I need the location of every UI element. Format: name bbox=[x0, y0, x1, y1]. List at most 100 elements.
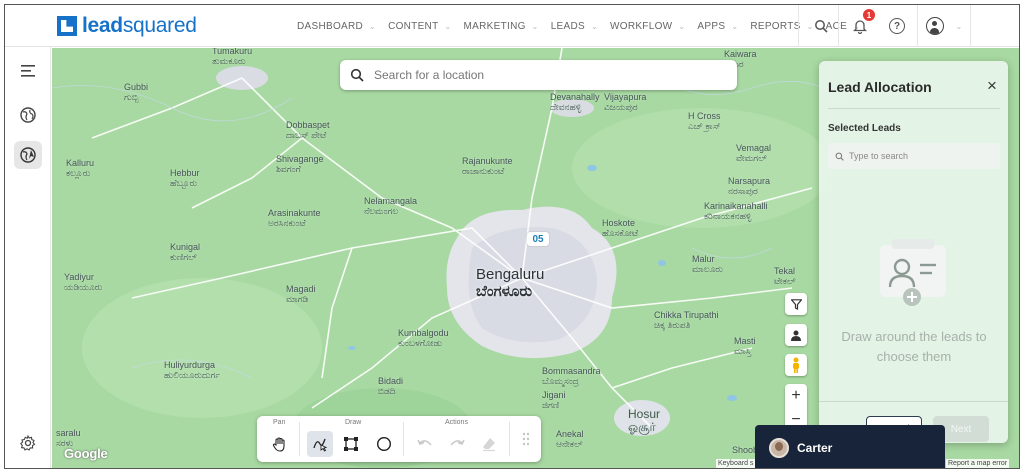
map-label: Devanahally ದೇವನಹಳ್ಳಿ bbox=[550, 92, 600, 112]
search-icon[interactable] bbox=[811, 16, 831, 36]
map-label: Kalluru ಕಲ್ಲೂರು bbox=[66, 158, 95, 178]
nav-divider bbox=[970, 5, 971, 47]
leads-search-placeholder: Type to search bbox=[849, 151, 909, 161]
map-label: H Cross ಎಚ್ ಕ್ರಾಸ್ bbox=[688, 111, 721, 131]
menu-dashboard[interactable]: DASHBOARD ⌄ bbox=[291, 5, 382, 47]
chat-agent-name: Carter bbox=[797, 440, 833, 455]
street-view-pegman-icon[interactable] bbox=[785, 354, 807, 376]
map-label: Narsapura ನರಸಾಪುರ bbox=[728, 176, 771, 196]
nav-divider bbox=[838, 5, 839, 47]
menu-workflow[interactable]: WORKFLOW ⌄ bbox=[604, 5, 691, 47]
settings-gear-icon[interactable] bbox=[14, 429, 42, 457]
search-placeholder: Search for a location bbox=[374, 68, 485, 82]
draw-toolbar: Pan Draw Actions bbox=[257, 416, 541, 462]
map-label: Anekal ಆನೇಕಲ್ bbox=[556, 429, 584, 449]
map-label: saralu ಸರಳು bbox=[56, 428, 81, 448]
drag-handle-icon[interactable] bbox=[513, 426, 539, 452]
toolbar-divider bbox=[299, 422, 300, 456]
help-icon[interactable]: ? bbox=[887, 16, 907, 36]
map-label: Arasinakunte ಅರಸಿನಕುಂಟೆ bbox=[268, 208, 321, 228]
circle-draw-icon[interactable] bbox=[371, 431, 397, 457]
lead-allocation-map-icon[interactable] bbox=[14, 141, 42, 169]
app-frame: leadsquared DASHBOARD ⌄ CONTENT ⌄ MARKETIN… bbox=[4, 4, 1020, 469]
actions-group-label: Actions bbox=[445, 419, 468, 426]
leads-search-input[interactable]: Type to search bbox=[828, 143, 1000, 169]
map-label: Masti ಮಾಸ್ತಿ bbox=[734, 336, 756, 356]
highway-badge: 05 bbox=[527, 232, 549, 246]
panel-title: Lead Allocation bbox=[828, 79, 932, 95]
person-icon[interactable] bbox=[785, 324, 807, 346]
logo-mark-icon bbox=[57, 16, 77, 36]
chevron-down-icon: ⌄ bbox=[731, 21, 739, 31]
map-label: Malur ಮಾಲೂರು bbox=[692, 254, 723, 274]
location-search-input[interactable]: Search for a location bbox=[340, 60, 737, 90]
contact-card-illustration-icon bbox=[880, 239, 946, 306]
menu-leads[interactable]: LEADS ⌄ bbox=[545, 5, 604, 47]
search-icon bbox=[350, 68, 364, 82]
map-label: Hosur ஓசூர் bbox=[628, 407, 661, 434]
menu-reports[interactable]: REPORTS ⌄ bbox=[744, 5, 819, 47]
keyboard-shortcuts-link[interactable]: Keyboard s bbox=[716, 459, 756, 468]
undo-icon[interactable] bbox=[412, 431, 438, 457]
empty-state-message: Draw around the leads to choose them bbox=[841, 329, 987, 364]
freehand-draw-icon[interactable] bbox=[307, 431, 333, 457]
pan-group-label: Pan bbox=[273, 419, 286, 426]
menu-marketing[interactable]: MARKETING ⌄ bbox=[458, 5, 545, 47]
top-navbar: leadsquared DASHBOARD ⌄ CONTENT ⌄ MARKETIN… bbox=[5, 5, 1019, 47]
google-logo: Google bbox=[64, 446, 108, 461]
chevron-down-icon: ⌄ bbox=[678, 21, 686, 31]
leadsquared-logo[interactable]: leadsquared bbox=[57, 14, 197, 38]
map-label: Jigani ಜಿಗಣಿ bbox=[542, 390, 566, 410]
pan-hand-icon[interactable] bbox=[267, 431, 293, 457]
chevron-down-icon: ⌄ bbox=[444, 21, 452, 31]
left-sidebar bbox=[5, 47, 51, 468]
notification-badge: 1 bbox=[863, 9, 875, 21]
map-label: Chikka Tirupathi ಚಿಕ್ಕ ತಿರುಪತಿ bbox=[654, 310, 719, 330]
map-label: Nelamangala ನೆಲಮಂಗಲ bbox=[364, 196, 418, 216]
polygon-draw-icon[interactable] bbox=[338, 431, 364, 457]
search-icon bbox=[835, 152, 844, 161]
hamburger-menu-icon[interactable] bbox=[14, 57, 42, 85]
chevron-down-icon: ⌄ bbox=[590, 21, 598, 31]
map-label: Karinaikanahalli ಕರಿನಾಯಕನಹಳ್ಳಿ bbox=[704, 201, 768, 221]
map-label: Rajanukunte ರಾಜಾನುಕುಂಟೆ bbox=[462, 156, 513, 176]
map-label: Shivagange ಶಿವಗಂಗೆ bbox=[276, 154, 324, 174]
main-city-label: Bengaluru ಬೆಂಗಳೂರು bbox=[476, 266, 545, 300]
eraser-icon[interactable] bbox=[476, 431, 502, 457]
menu-apps[interactable]: APPS ⌄ bbox=[691, 5, 744, 47]
logo-text: leadsquared bbox=[82, 14, 197, 37]
selected-leads-heading: Selected Leads bbox=[828, 123, 901, 134]
toolbar-divider bbox=[403, 422, 404, 456]
chat-widget[interactable]: Carter bbox=[755, 425, 945, 468]
chevron-down-icon[interactable]: ⌄ bbox=[949, 16, 969, 36]
map-label: Bommasandra ಬೊಮ್ಮಸಂದ್ರ bbox=[542, 366, 601, 386]
map-label: Huliyurdurga ಹುಲಿಯೂರುದುರ್ಗ bbox=[164, 360, 221, 380]
map-label: Hebbur ಹೆಬ್ಬೂರು bbox=[170, 168, 200, 188]
zoom-in-button[interactable]: + bbox=[785, 384, 807, 408]
close-icon[interactable]: × bbox=[987, 77, 997, 94]
panel-divider bbox=[819, 401, 1008, 402]
map-label: Tumakuru ತುಮಕೂರು bbox=[212, 48, 253, 66]
chevron-down-icon: ⌄ bbox=[369, 21, 377, 31]
map-label: Vijayapura ವಿಜಯಪುರ bbox=[604, 92, 647, 112]
map-label: Gubbi ಗುಬ್ಬಿ bbox=[124, 82, 149, 102]
user-profile-icon[interactable] bbox=[925, 16, 945, 36]
menu-content[interactable]: CONTENT ⌄ bbox=[382, 5, 457, 47]
globe-map-icon[interactable] bbox=[14, 101, 42, 129]
map-label: Kunigal ಕುಣಿಗಲ್ bbox=[170, 242, 201, 262]
main-menu: DASHBOARD ⌄ CONTENT ⌄ MARKETING ⌄ LEADS ⌄ WO… bbox=[291, 5, 866, 47]
map-label: Vemagal ವೇಮಗಲ್ bbox=[736, 143, 772, 163]
panel-divider bbox=[828, 108, 1000, 109]
map-label: Dobbaspet ದಾಬಸ್ ಪೇಟೆ bbox=[286, 120, 330, 140]
redo-icon[interactable] bbox=[444, 431, 470, 457]
map-label: Yadiyur ಯಡಿಯೂರು bbox=[64, 272, 103, 292]
filter-icon[interactable] bbox=[785, 293, 807, 315]
draw-group-label: Draw bbox=[345, 419, 362, 426]
avatar bbox=[769, 437, 789, 458]
lead-allocation-panel: Lead Allocation × Selected Leads Type to… bbox=[819, 61, 1008, 443]
report-map-error-link[interactable]: Report a map error bbox=[946, 459, 1010, 468]
chevron-down-icon: ⌄ bbox=[531, 21, 539, 31]
map-label: Hoskote ಹೊಸಕೋಟೆ bbox=[602, 218, 639, 238]
map-label: Kumbalgodu ಕುಂಬಳಗೋಡು bbox=[398, 328, 449, 348]
map-label: Bidadi ಬಿಡದಿ bbox=[378, 376, 404, 396]
